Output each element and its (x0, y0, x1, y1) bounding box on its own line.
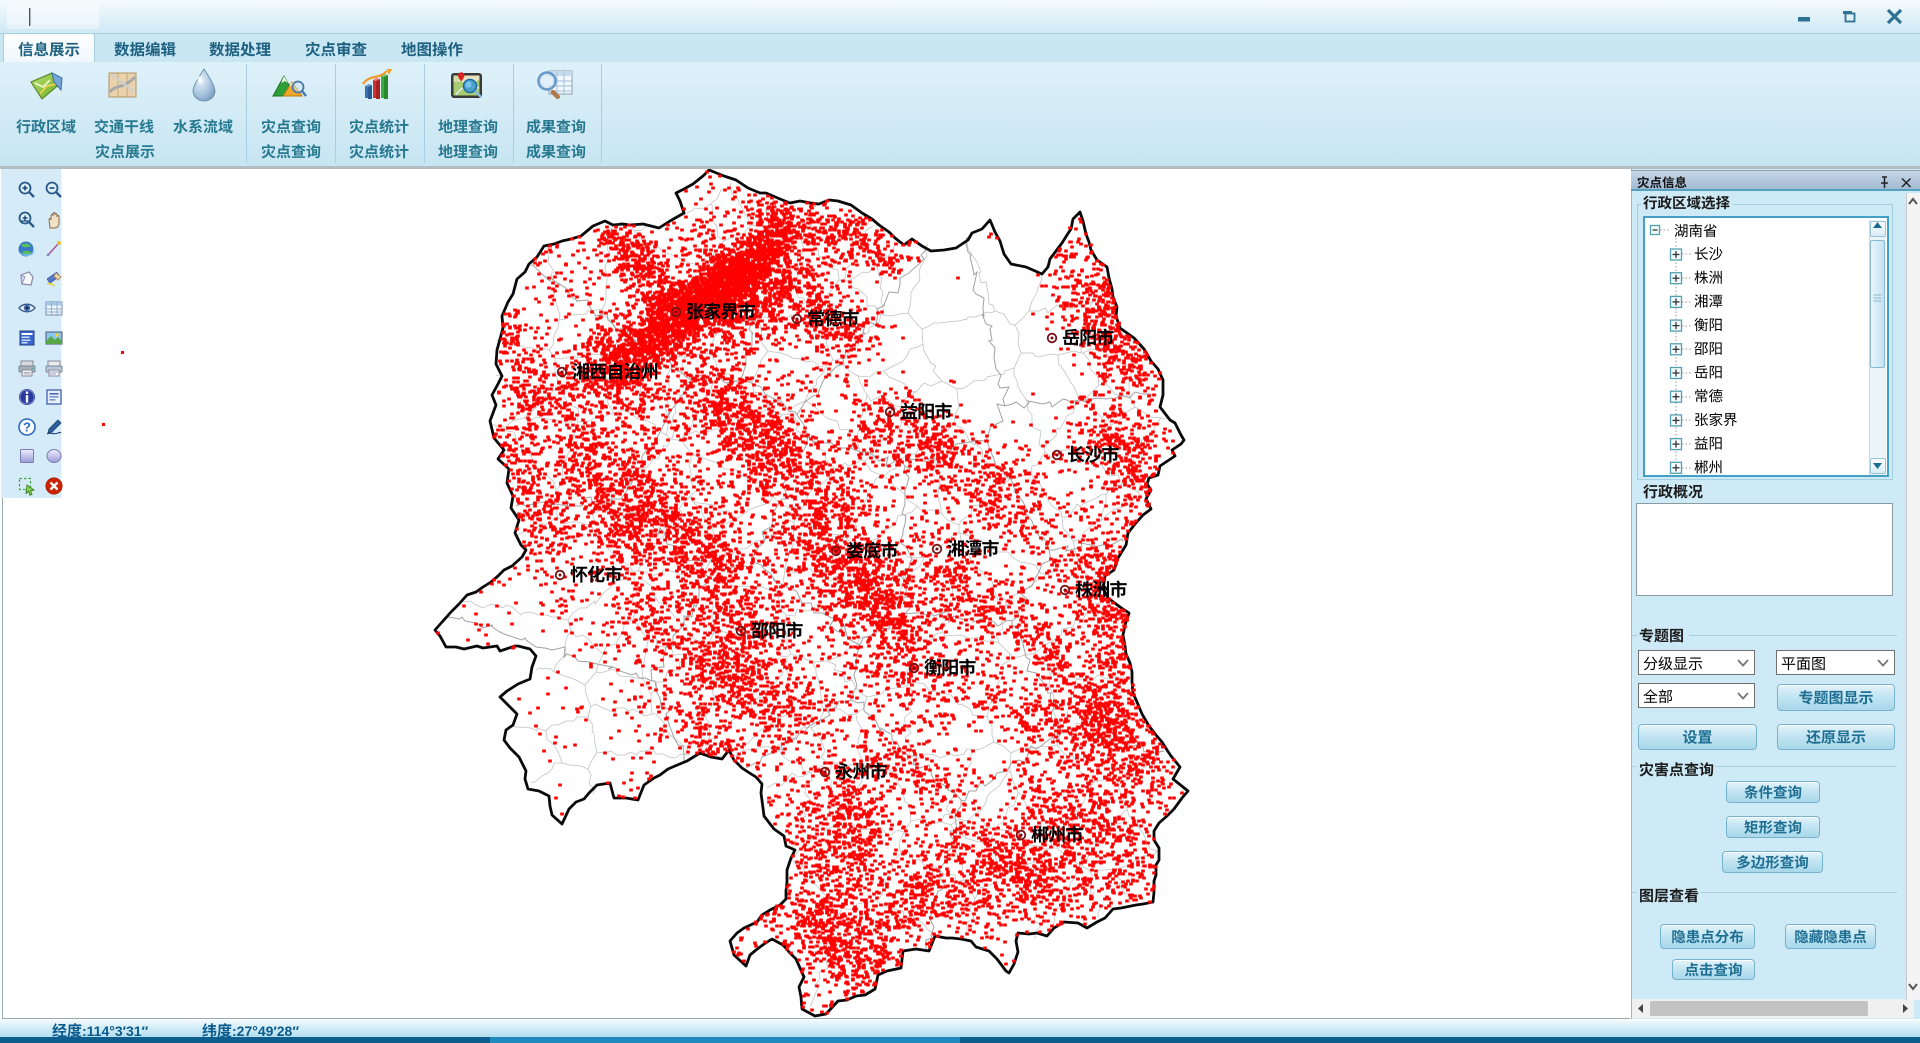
svg-text:?: ? (23, 420, 31, 435)
